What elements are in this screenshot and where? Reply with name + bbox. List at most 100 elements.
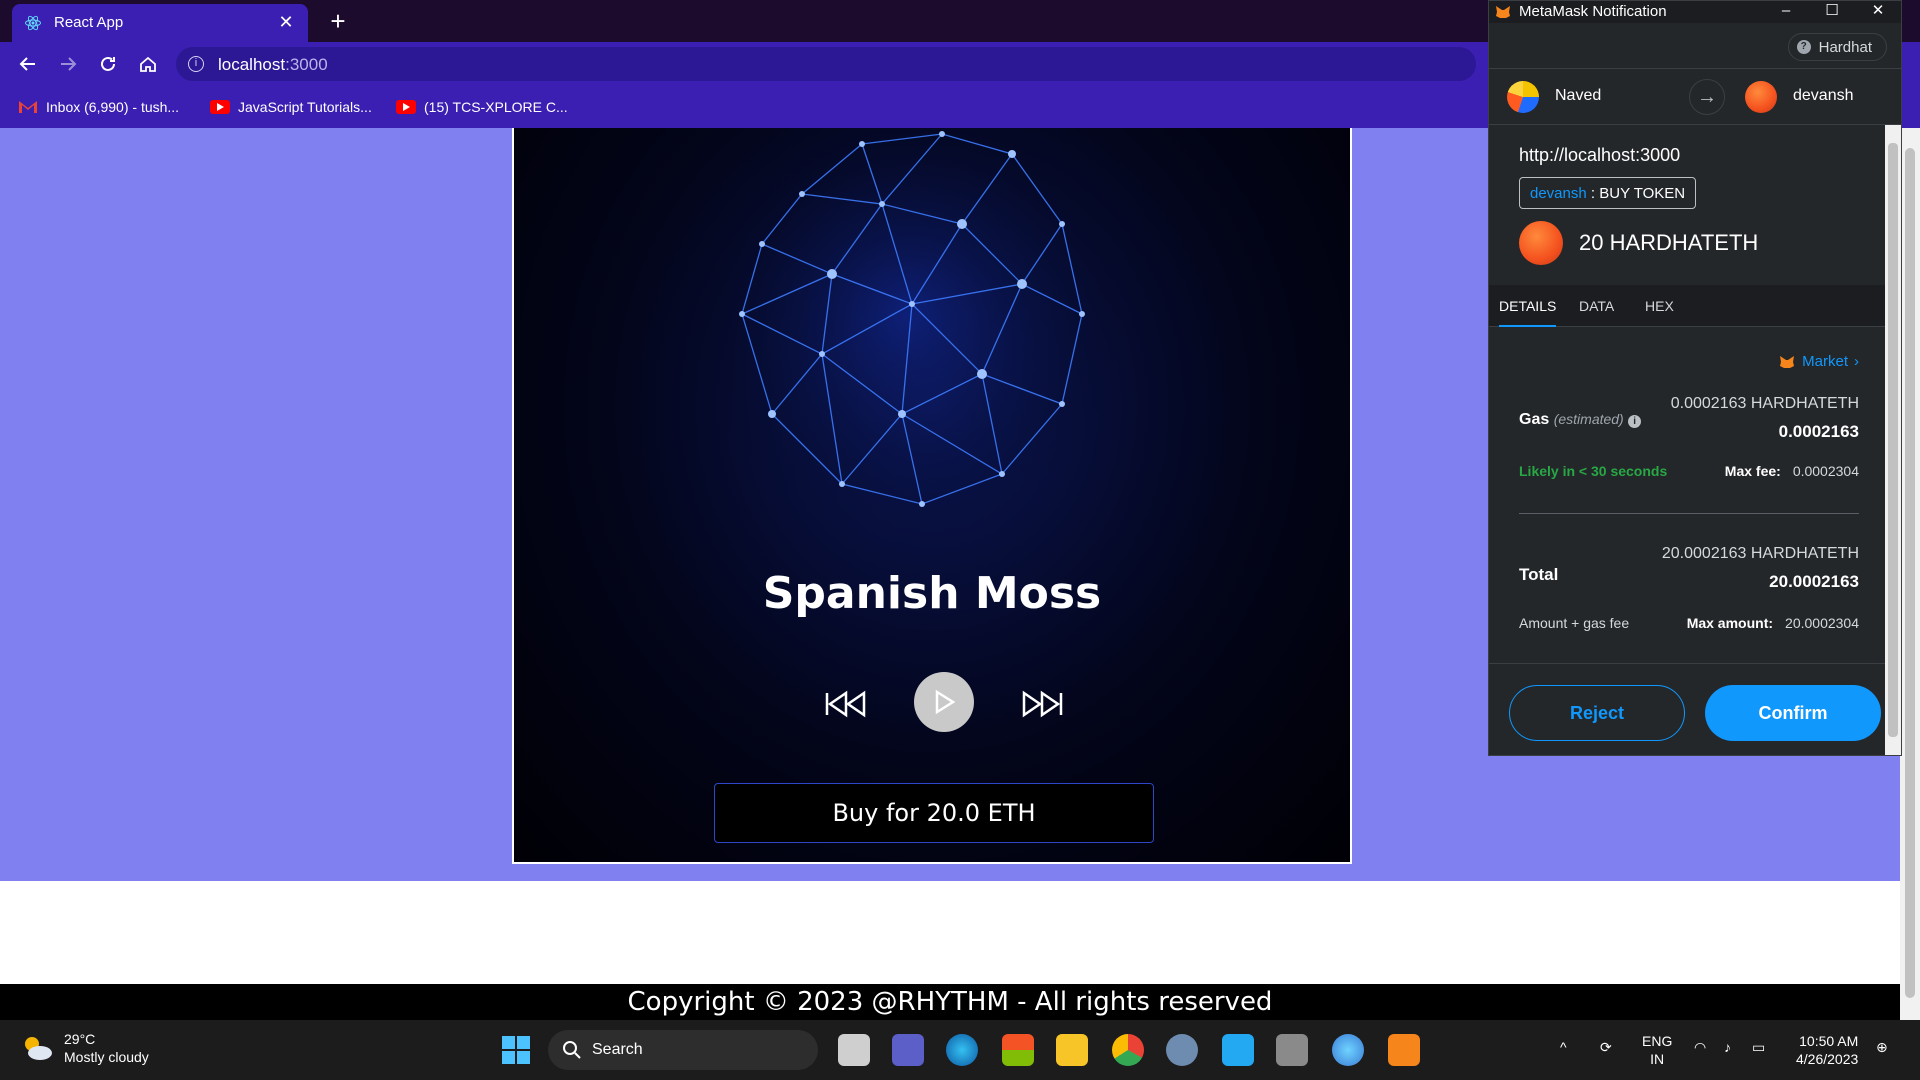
battery-icon[interactable]: ▭: [1752, 1038, 1765, 1056]
metamask-fox-icon: [1496, 6, 1510, 18]
reload-button[interactable]: [94, 50, 122, 78]
sync-icon[interactable]: ⟳: [1600, 1038, 1612, 1056]
popup-scrollbar[interactable]: [1885, 125, 1901, 755]
file-explorer-icon[interactable]: [1056, 1034, 1088, 1066]
footer-divider: [1489, 663, 1885, 664]
previous-track-button[interactable]: [818, 676, 874, 732]
tab-details[interactable]: DETAILS: [1499, 285, 1557, 327]
date: 4/26/2023: [1796, 1051, 1859, 1067]
contract-name[interactable]: devansh: [1530, 185, 1587, 202]
market-label: Market: [1802, 353, 1848, 370]
language-bottom: IN: [1650, 1051, 1665, 1067]
tab-title: React App: [54, 14, 124, 31]
divider: [1519, 513, 1859, 514]
bookmark-youtube-2[interactable]: (15) TCS-XPLORE C...: [396, 96, 568, 118]
play-button[interactable]: [914, 672, 974, 732]
edge-icon[interactable]: [946, 1034, 978, 1066]
from-account-name[interactable]: Naved: [1555, 87, 1601, 105]
url-host: localhost: [218, 55, 286, 74]
minimize-icon[interactable]: –: [1763, 1, 1809, 23]
notification-icon[interactable]: ⊕: [1876, 1038, 1888, 1056]
scrollbar-thumb[interactable]: [1905, 148, 1915, 998]
market-gas-option[interactable]: Market ›: [1778, 353, 1859, 370]
buy-button[interactable]: Buy for 20.0 ETH: [714, 783, 1154, 843]
confirm-button[interactable]: Confirm: [1705, 685, 1881, 741]
vscode-icon[interactable]: [1222, 1034, 1254, 1066]
total-label: Total: [1519, 565, 1559, 584]
to-account-name[interactable]: devansh: [1793, 87, 1854, 105]
page-scrollbar[interactable]: [1900, 128, 1920, 1020]
song-title: Spanish Moss: [762, 568, 1102, 619]
max-amount: Max amount: 20.0002304: [1687, 615, 1859, 631]
bookmark-label: (15) TCS-XPLORE C...: [424, 99, 568, 115]
metamask-popup: MetaMask Notification – ☐ ✕ ? Hardhat Na…: [1488, 0, 1902, 756]
url-text: localhost:3000: [218, 55, 328, 75]
metamask-taskbar-icon[interactable]: [1388, 1034, 1420, 1066]
home-icon: [140, 56, 156, 72]
skip-forward-icon: [1022, 690, 1063, 718]
tab-hex[interactable]: HEX: [1645, 285, 1674, 327]
method-badge: devansh : BUY TOKEN: [1519, 177, 1697, 209]
bookmark-youtube-1[interactable]: JavaScript Tutorials...: [210, 96, 372, 118]
skip-back-icon: [825, 690, 866, 718]
max-fee-label: Max fee:: [1724, 463, 1781, 479]
forward-button[interactable]: [54, 50, 82, 78]
popup-scrollbar-thumb[interactable]: [1888, 143, 1898, 737]
teams-icon[interactable]: [892, 1034, 924, 1066]
chevron-up-icon[interactable]: ^: [1560, 1038, 1567, 1056]
arrow-left-icon: [19, 57, 35, 71]
new-tab-button[interactable]: +: [324, 8, 352, 36]
task-view-icon[interactable]: [838, 1034, 870, 1066]
globe-app-icon[interactable]: [1332, 1034, 1364, 1066]
browser-tab[interactable]: React App ✕: [12, 4, 308, 42]
taskbar-search[interactable]: Search: [548, 1030, 818, 1070]
origin-url: http://localhost:3000: [1519, 145, 1681, 165]
info-icon[interactable]: i: [1628, 415, 1642, 428]
next-track-button[interactable]: [1014, 676, 1070, 732]
app-icon[interactable]: [1276, 1034, 1308, 1066]
settings-icon[interactable]: [1166, 1034, 1198, 1066]
page-spacer: [0, 881, 1900, 984]
back-button[interactable]: [14, 50, 42, 78]
maximize-icon[interactable]: ☐: [1809, 1, 1855, 23]
network-selector[interactable]: ? Hardhat: [1787, 33, 1887, 61]
network-name: Hardhat: [1818, 38, 1872, 56]
confirmation-body: http://localhost:3000 devansh : BUY TOKE…: [1489, 125, 1885, 755]
close-tab-icon[interactable]: ✕: [274, 10, 298, 34]
max-amount-label: Max amount:: [1686, 615, 1774, 631]
wifi-icon[interactable]: ◠: [1694, 1038, 1706, 1056]
method-name: BUY TOKEN: [1599, 184, 1686, 202]
store-icon[interactable]: [1002, 1034, 1034, 1066]
max-fee-value: 0.0002304: [1792, 463, 1859, 479]
amount-value: 20 HARDHATETH: [1579, 230, 1759, 255]
bookmark-gmail[interactable]: Inbox (6,990) - tush...: [18, 96, 179, 118]
account-row: Naved → devansh: [1489, 69, 1901, 125]
windows-start-icon[interactable]: [500, 1034, 532, 1066]
react-icon: [25, 15, 41, 31]
weather-condition: Mostly cloudy: [64, 1049, 149, 1065]
close-icon[interactable]: ✕: [1855, 1, 1901, 23]
reject-button[interactable]: Reject: [1509, 685, 1685, 741]
language-indicator[interactable]: ENG IN: [1642, 1032, 1672, 1068]
site-info-icon[interactable]: i: [188, 56, 204, 72]
gas-title-text: Gas: [1519, 411, 1550, 428]
search-label: Search: [592, 1041, 643, 1058]
question-icon: ?: [1796, 40, 1811, 54]
chrome-icon[interactable]: [1112, 1034, 1144, 1066]
max-amount-value: 20.0002304: [1785, 615, 1859, 631]
music-player-card: Spanish Moss Buy for 20.0 ETH: [512, 128, 1352, 864]
windows-taskbar: 29°C Mostly cloudy Search ^ ⟳ ENG IN ◠ ♪…: [0, 1020, 1920, 1080]
chevron-right-icon: ›: [1854, 353, 1859, 370]
clock[interactable]: 10:50 AM 4/26/2023: [1796, 1032, 1858, 1068]
to-account-avatar: [1745, 81, 1777, 113]
reload-icon: [101, 56, 115, 71]
address-bar[interactable]: i localhost:3000: [176, 47, 1476, 81]
method-separator: :: [1586, 184, 1600, 202]
metamask-titlebar: MetaMask Notification – ☐ ✕: [1489, 1, 1901, 23]
cloud-sun-icon: [25, 1037, 52, 1060]
home-button[interactable]: [134, 50, 162, 78]
tab-data[interactable]: DATA: [1579, 285, 1614, 327]
volume-icon[interactable]: ♪: [1724, 1038, 1731, 1056]
weather-widget[interactable]: 29°C Mostly cloudy: [20, 1030, 149, 1066]
youtube-icon: [396, 100, 416, 114]
